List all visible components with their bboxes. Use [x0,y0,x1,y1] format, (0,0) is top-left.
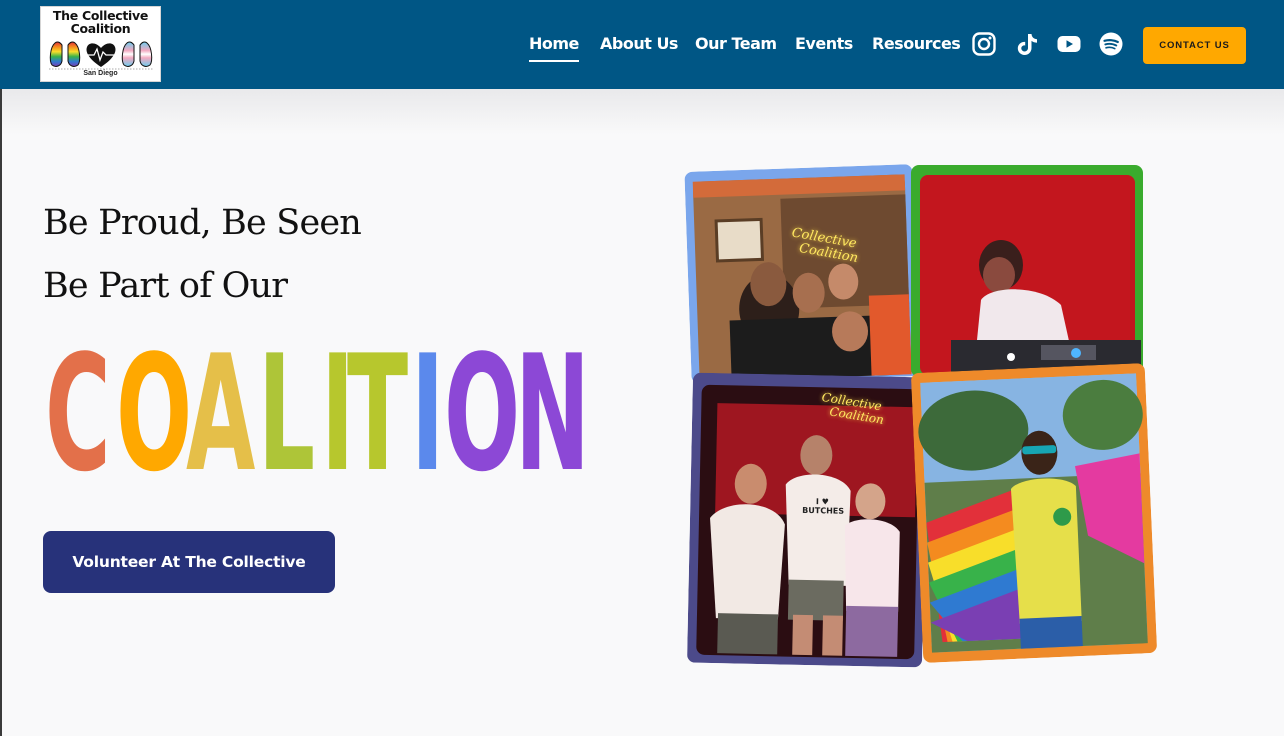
coalition-letter: O [444,320,521,507]
volunteer-button[interactable]: Volunteer At The Collective [43,531,335,593]
site-logo[interactable]: The Collective Coalition San Diego [40,6,161,82]
rainbow-lungs-heart-icon [49,41,153,70]
photo-three-friends: Collective Coalition I ♥ BUTCHES [686,372,929,668]
hero-headline-line1: Be Proud, Be Seen [43,203,362,243]
page-edge [0,89,2,736]
coalition-letter: N [515,320,590,507]
spotify-icon[interactable] [1098,31,1124,57]
nav-our-team[interactable]: Our Team [695,33,777,55]
coalition-letter: I [411,320,445,507]
photo-pride-flag-image [910,363,1158,663]
nav-home[interactable]: Home [529,33,579,62]
photo-group-neon-image [684,164,920,384]
photo-pride-flag [910,363,1158,663]
coalition-letter: A [186,320,256,507]
shirt-text: I ♥ BUTCHES [802,497,845,516]
coalition-letter: L [258,320,316,507]
coalition-letter: C [45,320,111,507]
site-header: The Collective Coalition San Diego Home … [0,0,1284,89]
hero-headline-line2: Be Part of Our [43,266,288,306]
nav-about-us[interactable]: About Us [600,33,678,55]
coalition-letter: O [116,320,193,507]
header-shadow [0,89,1284,135]
nav-resources[interactable]: Resources [872,33,961,55]
logo-title-line2: Coalition [70,21,131,36]
photo-dj-image [911,165,1143,377]
instagram-icon[interactable] [971,31,997,57]
nav-events[interactable]: Events [795,33,853,55]
photo-dj-red-lights [911,165,1143,377]
photo-three-friends-image [686,372,929,668]
photo-group-neon-sign: Collective Coalition [684,164,920,384]
tiktok-icon[interactable] [1014,31,1040,57]
coalition-letter: T [347,320,409,507]
contact-us-button[interactable]: CONTACT US [1143,27,1246,64]
logo-title: The Collective Coalition [41,7,160,35]
youtube-icon[interactable] [1056,31,1082,57]
logo-subtitle: San Diego [83,70,118,77]
